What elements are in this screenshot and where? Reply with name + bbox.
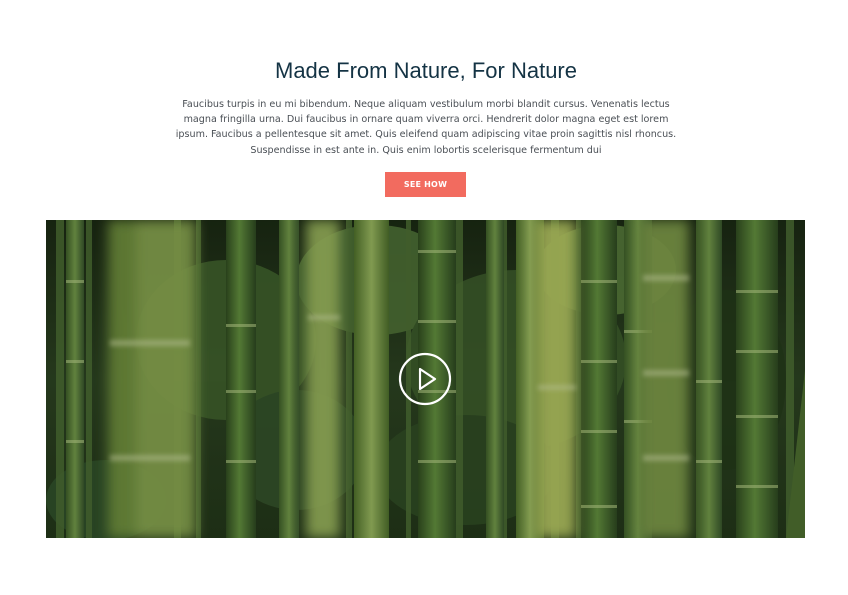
- see-how-button[interactable]: SEE HOW: [385, 172, 466, 197]
- section-title: Made From Nature, For Nature: [275, 58, 577, 83]
- play-icon[interactable]: [398, 352, 452, 406]
- video-player[interactable]: [46, 220, 805, 538]
- section-description: Faucibus turpis in eu mi bibendum. Neque…: [175, 99, 677, 156]
- page: Made From Nature, For Nature Faucibus tu…: [0, 0, 848, 595]
